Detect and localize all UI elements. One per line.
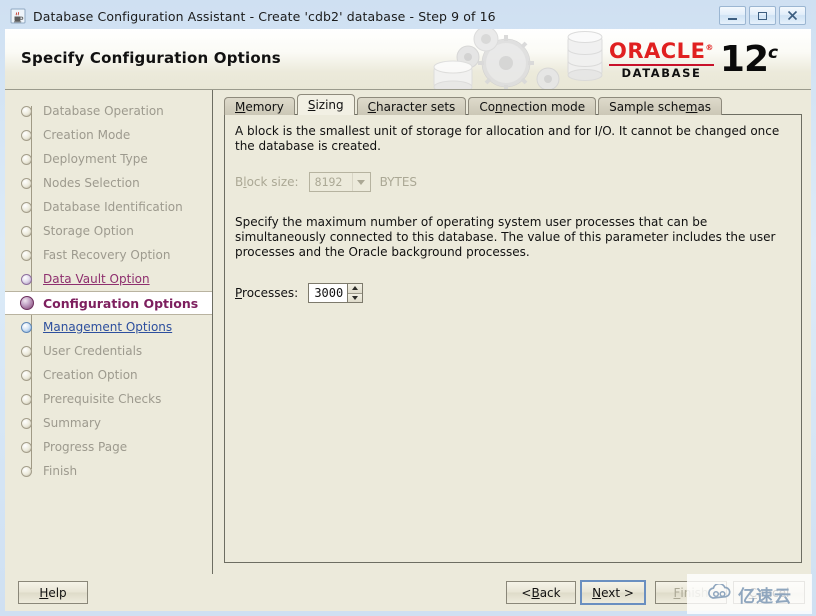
step-bullet-icon bbox=[21, 441, 32, 453]
sidebar-item-label: Data Vault Option bbox=[43, 272, 150, 286]
steps-list: Database Operation Creation Mode Deploym… bbox=[5, 90, 212, 483]
stepper-down-icon[interactable] bbox=[348, 293, 363, 302]
step-bullet-icon bbox=[21, 417, 32, 429]
sidebar-item-label: Nodes Selection bbox=[43, 176, 140, 190]
content-area: Memory Sizing Character sets Co n nection … bbox=[214, 90, 811, 574]
step-bullet-icon bbox=[21, 201, 32, 213]
sidebar-item-label: User Credentials bbox=[43, 344, 143, 358]
watermark-text: 亿速云 bbox=[738, 586, 792, 607]
sidebar-item-configuration-options[interactable]: Configuration Options bbox=[5, 291, 212, 315]
sidebar-item-label: Deployment Type bbox=[43, 152, 148, 166]
sidebar-item-nodes-selection[interactable]: Nodes Selection bbox=[5, 171, 212, 195]
step-bullet-icon bbox=[21, 393, 32, 405]
close-icon bbox=[787, 10, 798, 21]
block-size-row: Block size: 8192 BYTES bbox=[235, 172, 417, 192]
step-bullet-icon bbox=[21, 153, 32, 165]
step-bullet-icon bbox=[21, 177, 32, 189]
tab-strip: Memory Sizing Character sets Co n nection … bbox=[224, 94, 724, 115]
step-bullet-icon bbox=[21, 273, 32, 285]
sidebar-item-label: Storage Option bbox=[43, 224, 134, 238]
processes-value[interactable]: 3000 bbox=[309, 284, 347, 302]
processes-row: Processes: 3000 bbox=[235, 283, 364, 303]
sidebar-item-progress-page[interactable]: Progress Page bbox=[5, 435, 212, 459]
block-size-combobox[interactable]: 8192 bbox=[308, 172, 371, 192]
oracle-version: 12c bbox=[719, 39, 778, 81]
title-bar: Database Configuration Assistant - Creat… bbox=[4, 3, 812, 29]
step-bullet-icon bbox=[21, 345, 32, 357]
step-bullet-icon bbox=[21, 249, 32, 261]
block-size-description: A block is the smallest unit of storage … bbox=[235, 124, 780, 153]
sidebar-item-summary[interactable]: Summary bbox=[5, 411, 212, 435]
step-bullet-icon bbox=[21, 321, 32, 333]
step-bullet-icon bbox=[21, 129, 32, 141]
body-area: Database Operation Creation Mode Deploym… bbox=[5, 90, 811, 574]
sidebar-item-label: Configuration Options bbox=[43, 295, 199, 311]
sidebar-item-label: Database Operation bbox=[43, 104, 164, 118]
sidebar-item-label: Summary bbox=[43, 416, 101, 430]
step-bullet-icon bbox=[20, 296, 34, 310]
application-window: Database Configuration Assistant - Creat… bbox=[0, 0, 816, 616]
step-bullet-icon bbox=[21, 369, 32, 381]
sidebar-item-storage-option[interactable]: Storage Option bbox=[5, 219, 212, 243]
sidebar-item-user-credentials[interactable]: User Credentials bbox=[5, 339, 212, 363]
sidebar-item-deployment-type[interactable]: Deployment Type bbox=[5, 147, 212, 171]
step-bullet-icon bbox=[21, 225, 32, 237]
help-button[interactable]: Help bbox=[18, 581, 88, 604]
window-controls bbox=[719, 6, 806, 25]
sidebar-item-database-operation[interactable]: Database Operation bbox=[5, 99, 212, 123]
sidebar-item-label: Finish bbox=[43, 464, 78, 478]
tab-memory[interactable]: Memory bbox=[224, 97, 295, 115]
block-size-value: 8192 bbox=[314, 175, 343, 189]
tab-connection-mode[interactable]: Co n nection mode bbox=[468, 97, 597, 115]
java-coffee-cup-icon bbox=[10, 8, 26, 24]
processes-label: Processes: bbox=[235, 286, 299, 300]
gears-database-graphic bbox=[426, 29, 606, 89]
sidebar-item-database-identification[interactable]: Database Identification bbox=[5, 195, 212, 219]
next-button[interactable]: Next > bbox=[580, 580, 646, 605]
oracle-database-logo: ORACLE® DATABASE 12c bbox=[609, 35, 797, 85]
sidebar-item-label: Database Identification bbox=[43, 200, 183, 214]
window-title: Database Configuration Assistant - Creat… bbox=[33, 8, 496, 24]
sidebar-item-finish[interactable]: Finish bbox=[5, 459, 212, 483]
cloud-logo-icon bbox=[707, 582, 733, 605]
sidebar-item-fast-recovery-option[interactable]: Fast Recovery Option bbox=[5, 243, 212, 267]
oracle-wordmark: ORACLE® bbox=[609, 38, 714, 63]
processes-stepper[interactable]: 3000 bbox=[308, 283, 364, 303]
sizing-tab-panel: A block is the smallest unit of storage … bbox=[224, 114, 802, 563]
oracle-database-word: DATABASE bbox=[621, 65, 702, 80]
sidebar-item-management-options[interactable]: Management Options bbox=[5, 315, 212, 339]
maximize-button[interactable] bbox=[749, 6, 776, 25]
tab-sample-schemas[interactable]: Sample sche m as bbox=[598, 97, 723, 115]
chevron-down-icon bbox=[351, 173, 370, 191]
block-size-unit-label: BYTES bbox=[379, 175, 418, 189]
tab-sizing[interactable]: Sizing bbox=[296, 94, 355, 115]
steps-sidebar: Database Operation Creation Mode Deploym… bbox=[5, 90, 213, 574]
sidebar-item-label: Progress Page bbox=[43, 440, 128, 454]
processes-stepper-buttons bbox=[347, 284, 363, 302]
sidebar-item-data-vault-option[interactable]: Data Vault Option bbox=[5, 267, 212, 291]
back-button[interactable]: < Back bbox=[506, 581, 576, 604]
tab-character-sets[interactable]: Character sets bbox=[356, 97, 467, 115]
sidebar-item-label: Management Options bbox=[43, 320, 173, 334]
step-bullet-icon bbox=[21, 105, 32, 117]
sidebar-item-label: Creation Mode bbox=[43, 128, 131, 142]
stepper-up-icon[interactable] bbox=[348, 284, 363, 294]
sidebar-item-label: Creation Option bbox=[43, 368, 138, 382]
page-title: Specify Configuration Options bbox=[21, 49, 281, 67]
watermark-overlay: 亿速云 bbox=[687, 574, 812, 614]
header-banner: Specify Configuration Options ORACLE® DA… bbox=[5, 29, 811, 90]
step-bullet-icon bbox=[21, 465, 32, 477]
close-button[interactable] bbox=[779, 6, 806, 25]
sidebar-item-prerequisite-checks[interactable]: Prerequisite Checks bbox=[5, 387, 212, 411]
minimize-button[interactable] bbox=[719, 6, 746, 25]
sidebar-item-label: Fast Recovery Option bbox=[43, 248, 171, 262]
processes-description: Specify the maximum number of operating … bbox=[235, 215, 776, 259]
sidebar-item-label: Prerequisite Checks bbox=[43, 392, 162, 406]
sidebar-item-creation-mode[interactable]: Creation Mode bbox=[5, 123, 212, 147]
block-size-label: Block size: bbox=[235, 175, 299, 189]
sidebar-item-creation-option[interactable]: Creation Option bbox=[5, 363, 212, 387]
